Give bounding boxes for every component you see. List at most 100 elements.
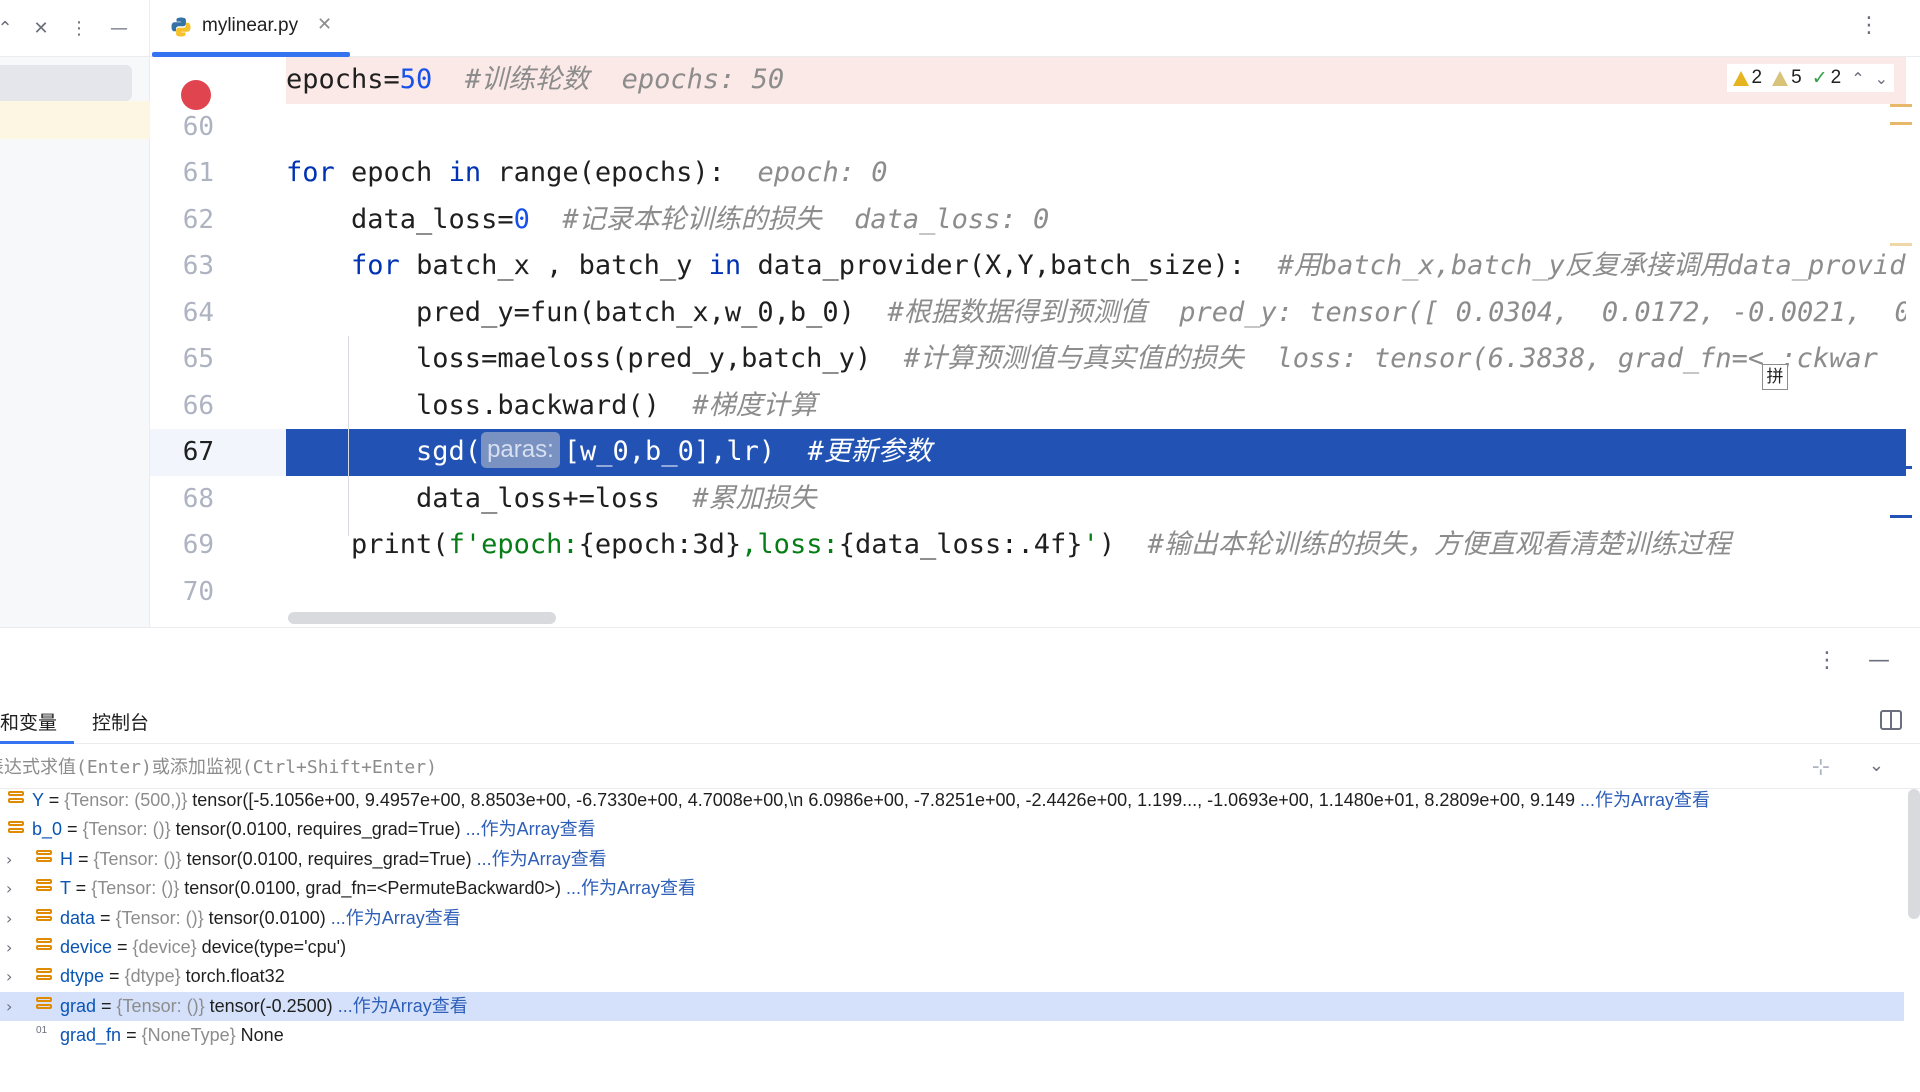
error-stripe-mark[interactable]: [1890, 243, 1912, 246]
variables-tree[interactable]: Y = {Tensor: (500,)} tensor([-5.1056e+00…: [0, 789, 1904, 1092]
line-number[interactable]: 64: [150, 290, 214, 337]
more-options-icon[interactable]: ⋮: [1858, 13, 1880, 38]
code-line[interactable]: [286, 104, 1906, 151]
variable-row[interactable]: › T = {Tensor: ()} tensor(0.0100, grad_fn…: [0, 874, 1904, 903]
code-line[interactable]: loss=maeloss(pred_y,batch_y) #计算预测值与真实值的…: [286, 336, 1906, 383]
warnings-count[interactable]: 2: [1732, 67, 1762, 89]
equals-sign: =: [95, 907, 116, 928]
ok-count[interactable]: ✓ 2: [1812, 67, 1842, 89]
code-token: data_provider(X,Y,batch_size):: [741, 250, 1246, 281]
layout-toggle-icon[interactable]: [1880, 710, 1902, 730]
variable-value: tensor(0.0100, requires_grad=True): [175, 819, 461, 840]
line-number[interactable]: 62: [150, 197, 214, 244]
view-as-array-link[interactable]: ...作为Array查看: [466, 819, 596, 839]
more-options-icon[interactable]: ⋮: [1816, 648, 1838, 673]
code-line[interactable]: [286, 569, 1906, 616]
breakpoint-icon[interactable]: [181, 80, 211, 110]
previous-highlight-icon[interactable]: ⌃: [1851, 69, 1864, 88]
equals-sign: =: [43, 790, 65, 810]
code-line[interactable]: sgd(paras: [w_0,b_0],lr) #更新参数: [286, 429, 1906, 476]
variable-icon: [36, 938, 52, 957]
code-line[interactable]: loss.backward() #梯度计算: [286, 383, 1906, 430]
variable-row[interactable]: b_0 = {Tensor: ()} tensor(0.0100, requir…: [0, 815, 1904, 844]
code-line[interactable]: pred_y=fun(batch_x,w_0,b_0) #根据数据得到预测值 p…: [286, 290, 1906, 337]
warning-icon: [1732, 70, 1749, 86]
project-selected-item[interactable]: [0, 65, 132, 101]
history-dropdown-icon[interactable]: ⌄: [1869, 755, 1884, 776]
minimize-icon[interactable]: —: [1868, 648, 1890, 673]
view-as-array-link[interactable]: ...作为Array查看: [338, 996, 468, 1016]
code-comment: #输出本轮训练的损失，方便直观看清楚训练过程: [1115, 529, 1731, 560]
error-stripe-mark[interactable]: [1890, 122, 1912, 125]
line-number[interactable]: 61: [150, 150, 214, 197]
line-number[interactable]: 69: [150, 522, 214, 569]
variable-row[interactable]: › grad = {Tensor: ()} tensor(-0.2500) ...…: [0, 991, 1904, 1022]
add-watch-icon[interactable]: ⊹: [1812, 755, 1830, 780]
variable-row[interactable]: › dtype = {dtype} torch.float32: [0, 962, 1904, 991]
expand-chevron-icon[interactable]: ›: [6, 874, 12, 903]
variable-name: grad_fn: [60, 1025, 122, 1046]
error-stripe-mark[interactable]: [1890, 104, 1912, 107]
expand-chevron-icon[interactable]: ›: [6, 992, 12, 1021]
more-options-icon[interactable]: ⋮: [66, 15, 92, 41]
project-panel-edge: [0, 57, 150, 627]
line-number[interactable]: 67: [150, 429, 286, 476]
line-number[interactable]: 66: [150, 383, 214, 430]
tab-console[interactable]: 控制台: [92, 708, 149, 735]
hide-panel-icon[interactable]: —: [106, 15, 132, 41]
variable-row[interactable]: › H = {Tensor: ()} tensor(0.0100, require…: [0, 845, 1904, 874]
code-line[interactable]: for batch_x , batch_y in data_provider(X…: [286, 243, 1906, 290]
view-as-array-link[interactable]: ...作为Array查看: [1580, 790, 1710, 810]
view-as-array-link[interactable]: ...作为Array查看: [477, 849, 607, 869]
close-tab-icon[interactable]: ✕: [317, 14, 332, 35]
horizontal-scrollbar[interactable]: [288, 612, 556, 624]
variable-name: dtype: [60, 966, 105, 987]
code-token: [w_0,b_0],lr): [563, 436, 776, 467]
view-as-array-link[interactable]: ...作为Array查看: [566, 878, 696, 898]
editor-gutter[interactable]: 60 61 62 63 64 65 66 67 68 69 70: [150, 57, 286, 627]
line-number[interactable]: 60: [150, 104, 214, 151]
code-comment: #记录本轮训练的损失: [529, 203, 822, 235]
variable-row[interactable]: 01 grad_fn = {NoneType} None: [0, 1021, 1904, 1050]
weak-warning-icon: [1772, 70, 1789, 86]
variable-type: {NoneType}: [141, 1025, 236, 1046]
code-token: ': [1082, 529, 1099, 560]
line-number[interactable]: 65: [150, 336, 214, 383]
code-line[interactable]: epochs=50 #训练轮数 epochs: 50: [286, 57, 1906, 104]
expand-chevron-icon[interactable]: ›: [6, 845, 12, 874]
inspection-widget[interactable]: 2 5 ✓ 2 ⌃ ⌄: [1726, 64, 1894, 92]
variable-type: {Tensor: ()}: [115, 907, 204, 928]
code-line[interactable]: print(f'epoch:{epoch:3d},loss:{data_loss…: [286, 522, 1906, 569]
code-line[interactable]: data_loss=0 #记录本轮训练的损失 data_loss: 0: [286, 197, 1906, 244]
variable-row[interactable]: › data = {Tensor: ()} tensor(0.0100) ...作…: [0, 904, 1904, 933]
collapse-all-icon[interactable]: ✕: [28, 15, 54, 41]
project-toolbar: ⌃ ✕ ⋮ —: [0, 0, 150, 57]
line-number[interactable]: 68: [150, 476, 214, 523]
next-highlight-icon[interactable]: ⌄: [1875, 69, 1888, 88]
code-token: data_loss+=loss: [286, 482, 660, 514]
vertical-scrollbar[interactable]: [1908, 789, 1920, 919]
weak-warnings-count[interactable]: 5: [1772, 67, 1802, 89]
variable-type: {Tensor: ()}: [91, 878, 180, 899]
expand-chevron-icon[interactable]: ›: [6, 962, 12, 991]
view-as-array-link[interactable]: ...作为Array查看: [331, 908, 461, 928]
variable-text: H = {Tensor: ()} tensor(0.0100, requires…: [60, 845, 607, 874]
project-highlight-item[interactable]: [0, 101, 150, 139]
line-number[interactable]: 63: [150, 243, 214, 290]
code-line[interactable]: data_loss+=loss #累加损失: [286, 476, 1906, 523]
variable-row[interactable]: Y = {Tensor: (500,)} tensor([-5.1056e+00…: [0, 789, 1904, 815]
file-tab-mylinear[interactable]: mylinear.py ✕: [152, 0, 350, 57]
expand-chevron-icon[interactable]: ›: [6, 904, 12, 933]
expand-chevron-icon[interactable]: ›: [6, 933, 12, 962]
line-number[interactable]: 70: [150, 569, 214, 616]
error-stripe-mark[interactable]: [1890, 515, 1912, 518]
code-line[interactable]: for epoch in range(epochs): epoch: 0: [286, 150, 1906, 197]
error-stripe-mark[interactable]: [1890, 466, 1912, 469]
evaluate-expression-input[interactable]: [0, 745, 1766, 789]
variable-row[interactable]: › device = {device} device(type='cpu'): [0, 933, 1904, 962]
code-editor[interactable]: epochs=50 #训练轮数 epochs: 50 for epoch in r…: [286, 57, 1906, 627]
tab-variables[interactable]: 和变量: [0, 708, 57, 735]
expand-all-icon[interactable]: ⌃: [0, 15, 18, 41]
code-comment: #根据数据得到预测值: [854, 296, 1147, 328]
